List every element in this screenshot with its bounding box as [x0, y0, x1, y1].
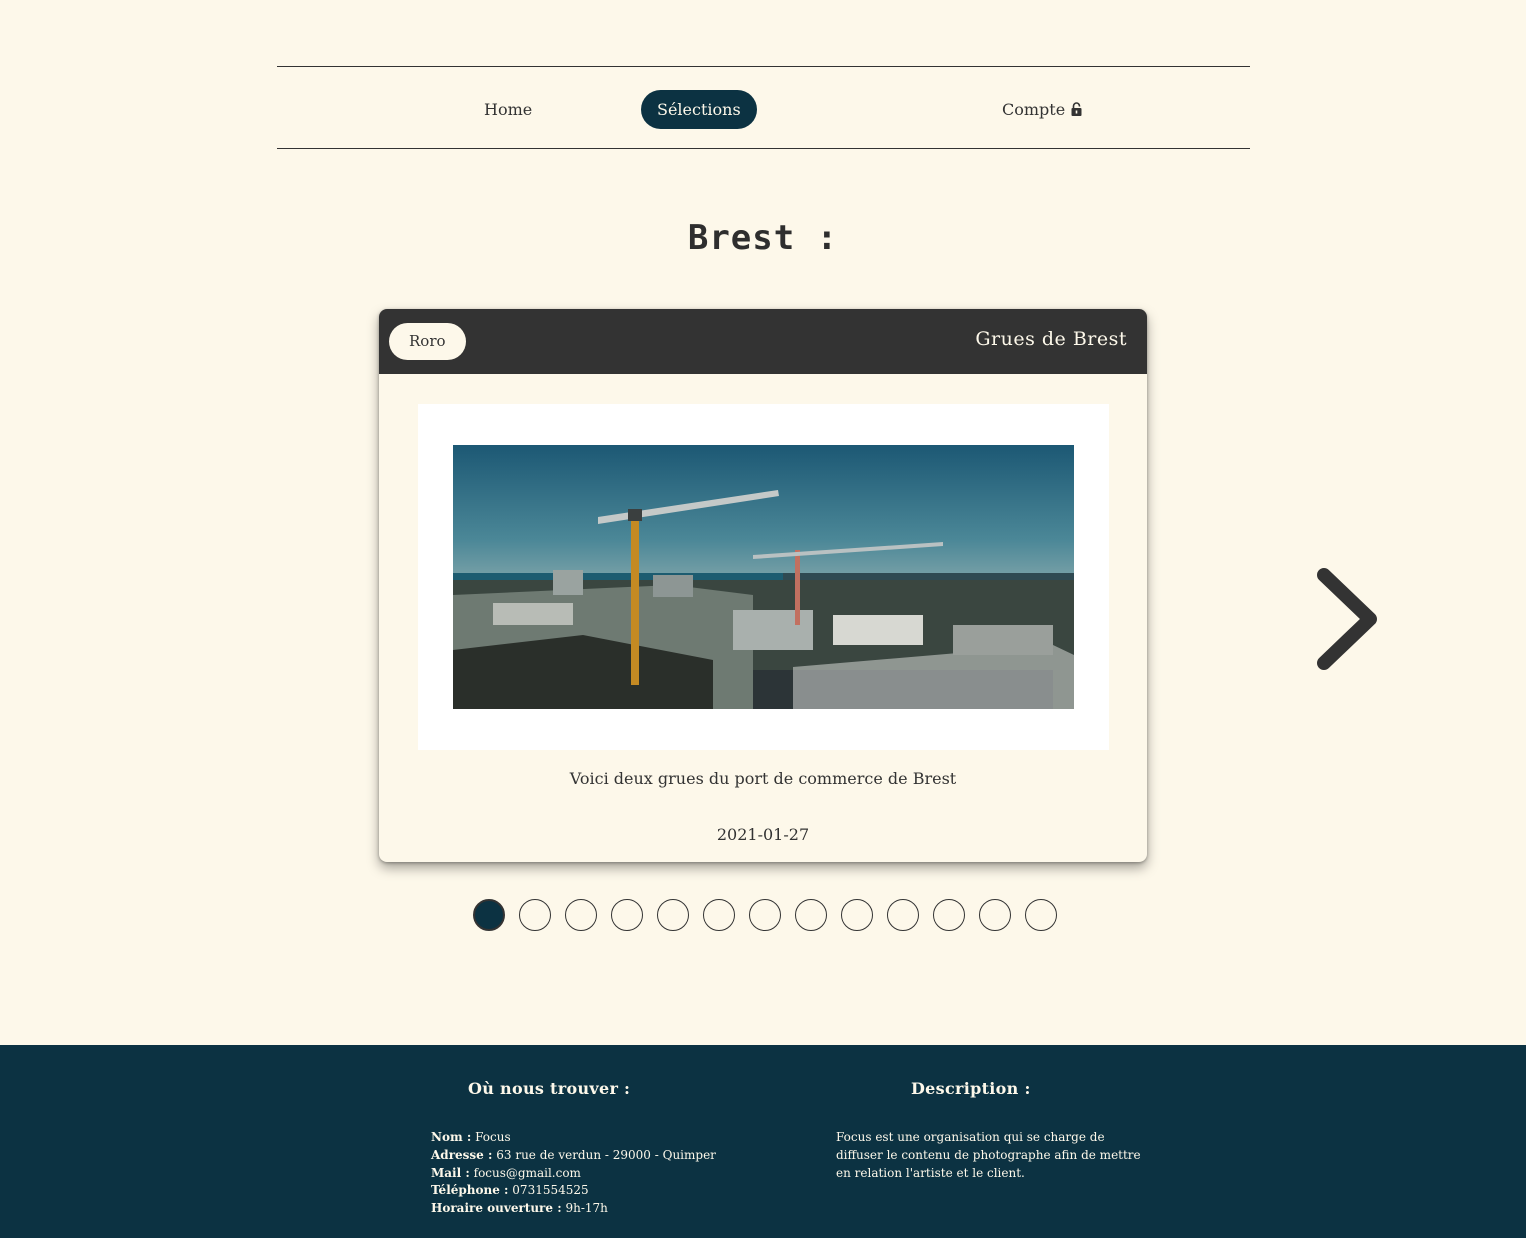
footer: Où nous trouver : Description : Nom : Fo… — [0, 1045, 1526, 1238]
footer-where-heading: Où nous trouver : — [468, 1079, 631, 1098]
card-date: 2021-01-27 — [716, 825, 810, 844]
lock-icon — [1071, 102, 1082, 116]
card-description: Voici deux grues du port de commerce de … — [569, 769, 957, 788]
contact-mail: Mail : focus@gmail.com — [431, 1165, 581, 1180]
chevron-right-icon — [1317, 568, 1377, 670]
carousel-dot[interactable] — [657, 899, 689, 931]
contact-hours: Horaire ouverture : 9h-17h — [431, 1201, 608, 1216]
carousel-dot[interactable] — [795, 899, 827, 931]
photo-frame — [418, 404, 1109, 750]
contact-phone: Téléphone : 0731554525 — [431, 1183, 589, 1198]
carousel-dot[interactable] — [611, 899, 643, 931]
photo-card: Roro Grues de Brest Voici deux grues du … — [379, 309, 1147, 862]
carousel-dots — [473, 899, 1057, 931]
nav-home-link[interactable]: Home — [468, 90, 548, 129]
contact-name: Nom : Focus — [431, 1130, 511, 1144]
contact-address: Adresse : 63 rue de verdun - 29000 - Qui… — [431, 1147, 716, 1162]
footer-description-heading: Description : — [911, 1079, 1031, 1098]
page-title: Brest : — [687, 218, 839, 258]
carousel-dot[interactable] — [887, 899, 919, 931]
card-title: Grues de Brest — [975, 328, 1127, 350]
footer-contact-info: Nom : Focus Adresse : 63 rue de verdun -… — [431, 1129, 716, 1218]
page: Home Sélections Compte Brest : Roro Grue… — [0, 0, 1526, 1238]
main-nav: Home Sélections Compte — [277, 66, 1250, 149]
card-header: Roro Grues de Brest — [379, 309, 1147, 374]
carousel-dot[interactable] — [933, 899, 965, 931]
nav-compte-label: Compte — [1002, 100, 1066, 119]
carousel-dot[interactable] — [979, 899, 1011, 931]
carousel-dot[interactable] — [1025, 899, 1057, 931]
carousel-dot[interactable] — [841, 899, 873, 931]
carousel-dot[interactable] — [749, 899, 781, 931]
port-cranes-image — [453, 445, 1074, 709]
nav-compte-link[interactable]: Compte — [986, 90, 1098, 129]
nav-selections-link[interactable]: Sélections — [641, 90, 757, 129]
carousel-dot[interactable] — [565, 899, 597, 931]
carousel-dot[interactable] — [703, 899, 735, 931]
carousel-dot[interactable] — [473, 899, 505, 931]
card-photo[interactable] — [453, 445, 1074, 709]
next-slide-button[interactable] — [1314, 565, 1380, 673]
footer-description-text: Focus est une organisation qui se charge… — [836, 1130, 1141, 1180]
carousel-dot[interactable] — [519, 899, 551, 931]
author-button[interactable]: Roro — [389, 323, 466, 360]
